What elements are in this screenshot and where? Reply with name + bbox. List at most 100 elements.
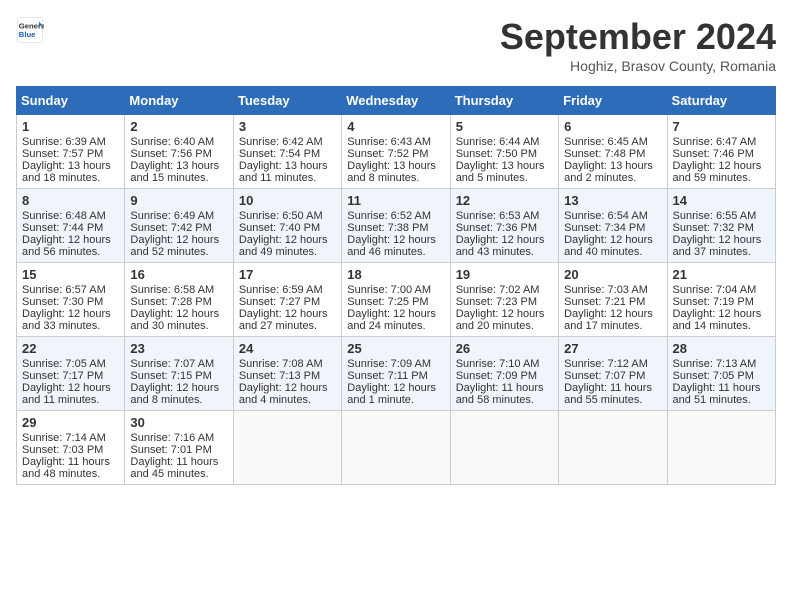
day-info: Daylight: 13 hours and 15 minutes.: [130, 160, 227, 184]
day-info: Daylight: 12 hours and 49 minutes.: [239, 234, 336, 258]
calendar-cell: 27Sunrise: 7:12 AMSunset: 7:07 PMDayligh…: [559, 337, 667, 411]
logo: General Blue: [16, 16, 44, 44]
day-info: Sunrise: 7:07 AM: [130, 358, 227, 370]
day-info: Sunrise: 7:08 AM: [239, 358, 336, 370]
day-info: Daylight: 11 hours and 58 minutes.: [456, 382, 553, 406]
day-number: 27: [564, 341, 661, 356]
day-info: Sunset: 7:42 PM: [130, 222, 227, 234]
week-row-1: 1Sunrise: 6:39 AMSunset: 7:57 PMDaylight…: [17, 115, 776, 189]
day-info: Daylight: 12 hours and 43 minutes.: [456, 234, 553, 258]
day-header-friday: Friday: [559, 87, 667, 115]
week-row-5: 29Sunrise: 7:14 AMSunset: 7:03 PMDayligh…: [17, 411, 776, 485]
day-number: 2: [130, 119, 227, 134]
day-info: Sunrise: 6:58 AM: [130, 284, 227, 296]
day-info: Daylight: 12 hours and 1 minute.: [347, 382, 444, 406]
day-info: Sunrise: 7:03 AM: [564, 284, 661, 296]
day-info: Daylight: 13 hours and 2 minutes.: [564, 160, 661, 184]
day-number: 29: [22, 415, 119, 430]
day-info: Sunset: 7:52 PM: [347, 148, 444, 160]
page-header: General Blue September 2024 Hoghiz, Bras…: [16, 16, 776, 74]
calendar-cell: 17Sunrise: 6:59 AMSunset: 7:27 PMDayligh…: [233, 263, 341, 337]
calendar-cell: 20Sunrise: 7:03 AMSunset: 7:21 PMDayligh…: [559, 263, 667, 337]
day-header-thursday: Thursday: [450, 87, 558, 115]
calendar-cell: 5Sunrise: 6:44 AMSunset: 7:50 PMDaylight…: [450, 115, 558, 189]
day-info: Daylight: 13 hours and 5 minutes.: [456, 160, 553, 184]
title-area: September 2024 Hoghiz, Brasov County, Ro…: [500, 16, 776, 74]
day-info: Daylight: 12 hours and 27 minutes.: [239, 308, 336, 332]
day-info: Sunrise: 6:44 AM: [456, 136, 553, 148]
day-info: Sunrise: 7:16 AM: [130, 432, 227, 444]
day-info: Sunset: 7:19 PM: [673, 296, 770, 308]
calendar-cell: 1Sunrise: 6:39 AMSunset: 7:57 PMDaylight…: [17, 115, 125, 189]
week-row-2: 8Sunrise: 6:48 AMSunset: 7:44 PMDaylight…: [17, 189, 776, 263]
day-info: Sunrise: 7:09 AM: [347, 358, 444, 370]
day-info: Sunset: 7:23 PM: [456, 296, 553, 308]
day-header-sunday: Sunday: [17, 87, 125, 115]
day-info: Daylight: 11 hours and 51 minutes.: [673, 382, 770, 406]
svg-text:Blue: Blue: [19, 30, 36, 39]
day-info: Sunset: 7:57 PM: [22, 148, 119, 160]
day-number: 16: [130, 267, 227, 282]
day-info: Sunset: 7:36 PM: [456, 222, 553, 234]
day-info: Sunset: 7:21 PM: [564, 296, 661, 308]
day-number: 19: [456, 267, 553, 282]
day-info: Daylight: 13 hours and 18 minutes.: [22, 160, 119, 184]
calendar-cell: 13Sunrise: 6:54 AMSunset: 7:34 PMDayligh…: [559, 189, 667, 263]
day-info: Sunset: 7:09 PM: [456, 370, 553, 382]
day-info: Daylight: 13 hours and 8 minutes.: [347, 160, 444, 184]
logo-icon: General Blue: [16, 16, 44, 44]
day-number: 25: [347, 341, 444, 356]
day-info: Sunrise: 7:14 AM: [22, 432, 119, 444]
day-info: Sunset: 7:40 PM: [239, 222, 336, 234]
calendar-cell: 2Sunrise: 6:40 AMSunset: 7:56 PMDaylight…: [125, 115, 233, 189]
day-info: Sunset: 7:13 PM: [239, 370, 336, 382]
day-number: 13: [564, 193, 661, 208]
day-info: Sunrise: 7:10 AM: [456, 358, 553, 370]
day-number: 5: [456, 119, 553, 134]
day-info: Daylight: 12 hours and 14 minutes.: [673, 308, 770, 332]
day-info: Sunrise: 6:43 AM: [347, 136, 444, 148]
calendar-cell: 30Sunrise: 7:16 AMSunset: 7:01 PMDayligh…: [125, 411, 233, 485]
calendar-cell: 23Sunrise: 7:07 AMSunset: 7:15 PMDayligh…: [125, 337, 233, 411]
calendar-cell: 19Sunrise: 7:02 AMSunset: 7:23 PMDayligh…: [450, 263, 558, 337]
day-info: Sunset: 7:38 PM: [347, 222, 444, 234]
calendar-cell: 16Sunrise: 6:58 AMSunset: 7:28 PMDayligh…: [125, 263, 233, 337]
day-info: Sunrise: 6:54 AM: [564, 210, 661, 222]
day-info: Sunset: 7:48 PM: [564, 148, 661, 160]
day-info: Sunrise: 6:50 AM: [239, 210, 336, 222]
day-number: 8: [22, 193, 119, 208]
day-number: 1: [22, 119, 119, 134]
day-info: Daylight: 12 hours and 46 minutes.: [347, 234, 444, 258]
day-info: Sunrise: 7:05 AM: [22, 358, 119, 370]
day-info: Daylight: 12 hours and 33 minutes.: [22, 308, 119, 332]
day-info: Sunrise: 6:47 AM: [673, 136, 770, 148]
calendar-cell: 4Sunrise: 6:43 AMSunset: 7:52 PMDaylight…: [342, 115, 450, 189]
day-number: 14: [673, 193, 770, 208]
day-info: Sunrise: 6:40 AM: [130, 136, 227, 148]
day-info: Sunrise: 6:53 AM: [456, 210, 553, 222]
day-info: Sunset: 7:32 PM: [673, 222, 770, 234]
day-info: Sunrise: 7:13 AM: [673, 358, 770, 370]
day-number: 26: [456, 341, 553, 356]
calendar-cell: 9Sunrise: 6:49 AMSunset: 7:42 PMDaylight…: [125, 189, 233, 263]
day-header-wednesday: Wednesday: [342, 87, 450, 115]
calendar: SundayMondayTuesdayWednesdayThursdayFrid…: [16, 86, 776, 485]
week-row-4: 22Sunrise: 7:05 AMSunset: 7:17 PMDayligh…: [17, 337, 776, 411]
calendar-cell: 21Sunrise: 7:04 AMSunset: 7:19 PMDayligh…: [667, 263, 775, 337]
calendar-cell: 15Sunrise: 6:57 AMSunset: 7:30 PMDayligh…: [17, 263, 125, 337]
calendar-cell: 11Sunrise: 6:52 AMSunset: 7:38 PMDayligh…: [342, 189, 450, 263]
day-info: Sunrise: 6:59 AM: [239, 284, 336, 296]
calendar-cell: 6Sunrise: 6:45 AMSunset: 7:48 PMDaylight…: [559, 115, 667, 189]
day-info: Sunset: 7:07 PM: [564, 370, 661, 382]
calendar-cell: 24Sunrise: 7:08 AMSunset: 7:13 PMDayligh…: [233, 337, 341, 411]
day-info: Daylight: 12 hours and 11 minutes.: [22, 382, 119, 406]
day-info: Sunset: 7:11 PM: [347, 370, 444, 382]
day-info: Daylight: 12 hours and 8 minutes.: [130, 382, 227, 406]
day-number: 30: [130, 415, 227, 430]
day-info: Sunset: 7:30 PM: [22, 296, 119, 308]
day-number: 3: [239, 119, 336, 134]
day-info: Sunrise: 7:02 AM: [456, 284, 553, 296]
calendar-cell: [667, 411, 775, 485]
day-number: 7: [673, 119, 770, 134]
day-info: Sunrise: 7:04 AM: [673, 284, 770, 296]
